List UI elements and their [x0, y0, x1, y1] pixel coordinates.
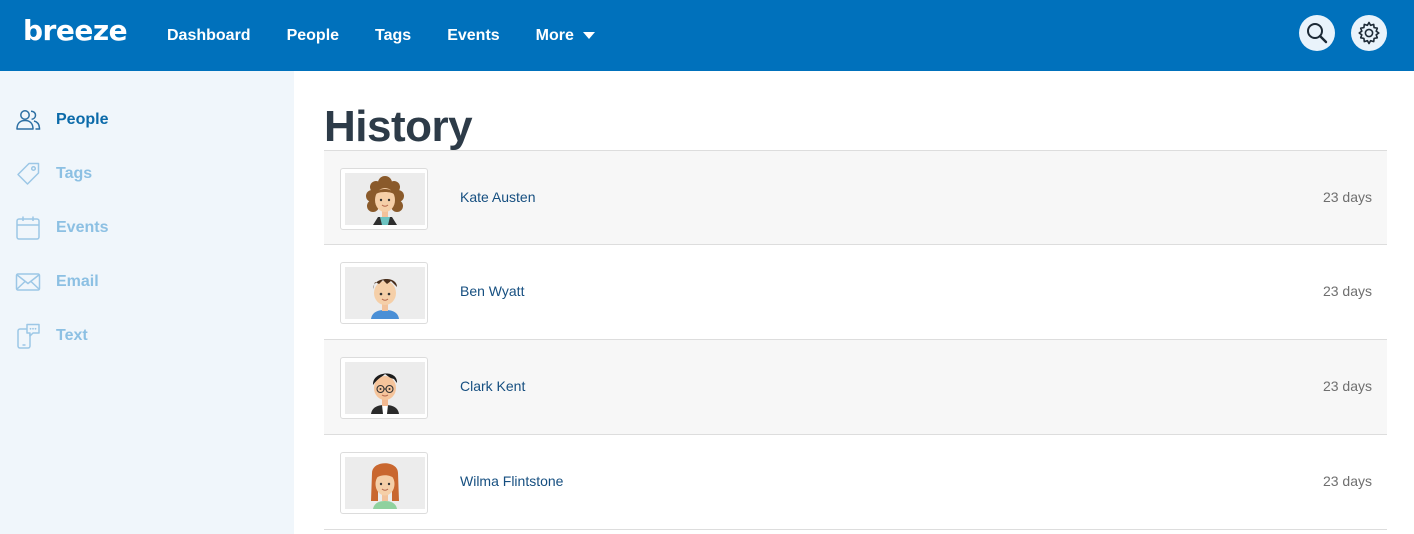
search-icon	[1307, 23, 1328, 44]
sidebar-item-email[interactable]: Email	[0, 262, 294, 302]
nav-dashboard[interactable]: Dashboard	[149, 0, 269, 71]
breeze-logo[interactable]: breeze	[23, 11, 128, 51]
history-time: 23 days	[1322, 378, 1372, 394]
red-hair-woman-avatar	[345, 457, 425, 509]
avatar[interactable]	[340, 357, 428, 419]
settings-button[interactable]	[1351, 15, 1387, 51]
sidebar-item-label: Email	[56, 273, 99, 290]
nav-events-label: Events	[447, 27, 500, 44]
envelope-icon	[15, 273, 41, 291]
sidebar-item-events[interactable]: Events	[0, 208, 294, 248]
curly-brown-hair-woman-avatar	[345, 173, 425, 225]
sidebar-item-label: People	[56, 111, 109, 128]
nav-more-label: More	[535, 27, 574, 44]
person-name-link[interactable]: Kate Austen	[460, 189, 536, 205]
nav-events[interactable]: Events	[429, 0, 517, 71]
sidebar-item-people[interactable]: People	[0, 100, 294, 140]
main-nav: Dashboard People Tags Events More	[149, 0, 613, 71]
sidebar-item-text[interactable]: Text	[0, 316, 294, 356]
list-item: Ben Wyatt 23 days	[324, 245, 1387, 340]
history-list: Kate Austen 23 days Ben Wyatt 23 days Cl…	[324, 150, 1387, 530]
history-time: 23 days	[1322, 473, 1372, 489]
sidebar-item-label: Tags	[56, 165, 93, 182]
person-name-link[interactable]: Wilma Flintstone	[460, 473, 563, 489]
tag-icon	[17, 162, 40, 185]
avatar[interactable]	[340, 168, 428, 230]
sidebar: People Tags Events Email Text	[0, 71, 294, 534]
list-item: Wilma Flintstone 23 days	[324, 435, 1387, 530]
phone-message-icon	[17, 323, 40, 349]
top-navigation-bar: breeze Dashboard People Tags Events More	[0, 0, 1414, 71]
sidebar-item-label: Events	[56, 219, 109, 236]
search-button[interactable]	[1299, 15, 1335, 51]
nav-tags-label: Tags	[375, 27, 412, 44]
list-item: Clark Kent 23 days	[324, 340, 1387, 435]
gear-icon	[1358, 21, 1380, 45]
list-item: Kate Austen 23 days	[324, 150, 1387, 245]
person-name-link[interactable]: Ben Wyatt	[460, 283, 524, 299]
sidebar-item-tags[interactable]: Tags	[0, 154, 294, 194]
person-name-link[interactable]: Clark Kent	[460, 378, 525, 394]
history-time: 23 days	[1322, 189, 1372, 205]
sidebar-item-label: Text	[56, 327, 88, 344]
nav-tags[interactable]: Tags	[357, 0, 429, 71]
nav-more-dropdown[interactable]: More	[518, 0, 613, 71]
page-title: History	[324, 102, 473, 151]
calendar-icon	[16, 216, 40, 240]
nav-dashboard-label: Dashboard	[167, 27, 251, 44]
brown-hair-man-avatar	[345, 267, 425, 319]
caret-down-icon	[582, 32, 595, 39]
nav-people[interactable]: People	[269, 0, 357, 71]
nav-people-label: People	[286, 27, 340, 44]
avatar[interactable]	[340, 262, 428, 324]
avatar[interactable]	[340, 452, 428, 514]
glasses-man-avatar	[345, 362, 425, 414]
people-icon	[16, 110, 41, 130]
history-time: 23 days	[1322, 283, 1372, 299]
main-content: History Kate Austen 23 days Ben Wyatt 23…	[294, 71, 1414, 534]
